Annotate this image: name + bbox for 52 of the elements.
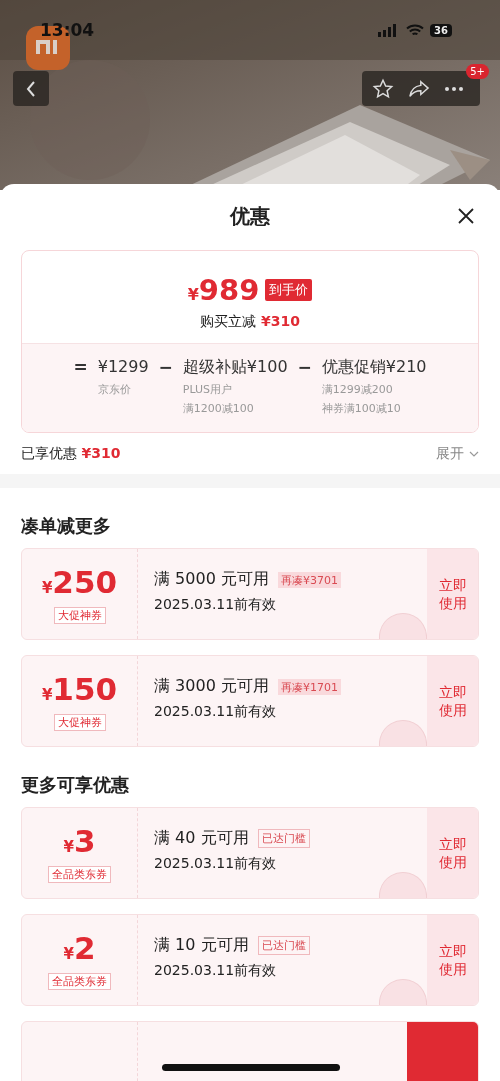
- coupon-type: 大促神券: [53, 606, 106, 624]
- coupon-tag: 再凑¥1701: [277, 678, 341, 695]
- coupon-type: 全品类东券: [48, 972, 111, 990]
- coupon-condition: 满 3000 元可用: [154, 676, 269, 697]
- coupon-tag: 再凑¥3701: [277, 571, 341, 588]
- coupon-validity: 2025.03.11前有效: [154, 703, 278, 721]
- coupon-condition: 满 10 元可用: [154, 935, 249, 956]
- use-now-button[interactable]: 立即使用: [427, 915, 478, 1005]
- close-icon[interactable]: [458, 208, 474, 224]
- section-title: 更多可享优惠: [21, 773, 130, 797]
- term-note: 满1200减100: [182, 401, 255, 416]
- saving-label: 购买立减: [200, 313, 256, 331]
- use-now-button[interactable]: 立即使用: [427, 656, 478, 746]
- coupon-tag: 已达门槛: [257, 829, 310, 848]
- coupon-amount: ¥250: [41, 564, 118, 602]
- use-now-button[interactable]: 立即使用: [427, 549, 478, 639]
- equals-sign: =: [73, 356, 88, 379]
- price-term: 超级补贴¥100: [182, 356, 288, 378]
- more-icon[interactable]: [444, 85, 464, 92]
- share-icon[interactable]: [408, 78, 430, 99]
- back-button[interactable]: [13, 71, 49, 106]
- price-term: ¥1299: [97, 356, 149, 378]
- coupon-amount: ¥2: [63, 930, 96, 968]
- minus-sign: −: [158, 356, 173, 379]
- coupon-amount: ¥3: [63, 823, 96, 861]
- coupon-type: 全品类东券: [48, 865, 111, 883]
- star-icon[interactable]: [372, 77, 394, 100]
- coupon-condition: 满 40 元可用: [154, 828, 249, 849]
- expand-button[interactable]: 展开: [436, 445, 479, 463]
- wifi-icon: [406, 23, 425, 37]
- use-now-button[interactable]: 立即使用: [427, 808, 478, 898]
- term-note: 神券满100减10: [321, 401, 402, 416]
- term-note: 京东价: [97, 382, 132, 397]
- coupon-amount: ¥150: [41, 671, 118, 709]
- coupon-type: 大促神券: [53, 713, 106, 731]
- price-tag: 到手价: [265, 279, 313, 301]
- coupon-condition: 满 5000 元可用: [154, 569, 269, 590]
- coupon-validity: 2025.03.11前有效: [154, 855, 278, 873]
- saving-amount: ¥310: [261, 313, 300, 331]
- sheet-title: 优惠: [230, 202, 270, 230]
- term-note: 满1299减200: [321, 382, 394, 397]
- minus-sign: −: [297, 356, 312, 379]
- section-title: 凑单减更多: [21, 514, 112, 538]
- term-note: PLUS用户: [182, 382, 234, 397]
- price-term: 优惠促销¥210: [321, 356, 427, 378]
- coupon-tag: 已达门槛: [257, 936, 310, 955]
- coupon-validity: 2025.03.11前有效: [154, 596, 278, 614]
- enjoyed-discount: 已享优惠 ¥310: [21, 445, 121, 463]
- chevron-down-icon: [469, 451, 479, 457]
- coupon-validity: 2025.03.11前有效: [154, 962, 278, 980]
- chevron-left-icon: [25, 79, 37, 98]
- final-price: ¥989: [187, 273, 260, 307]
